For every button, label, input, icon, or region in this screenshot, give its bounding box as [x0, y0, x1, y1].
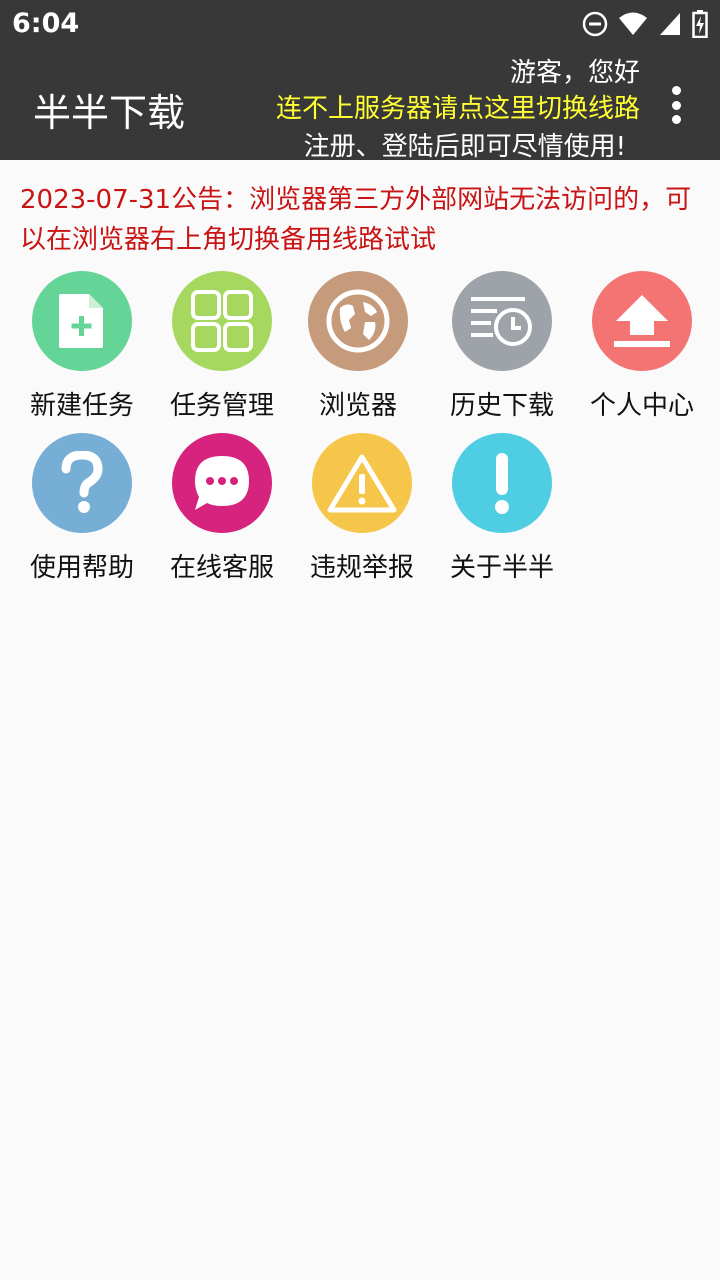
tile-history[interactable]: 历史下载 — [432, 271, 572, 422]
status-time: 6:04 — [12, 8, 80, 39]
tile-online-service[interactable]: 在线客服 — [152, 433, 292, 584]
signal-icon — [660, 13, 680, 35]
tile-online-service-label: 在线客服 — [169, 553, 274, 583]
tile-help[interactable]: 使用帮助 — [12, 433, 152, 584]
online-service-circle — [172, 433, 272, 533]
tile-report[interactable]: 违规举报 — [292, 433, 432, 584]
info-icon — [495, 453, 509, 514]
status-bar: 6:04 — [0, 0, 720, 50]
grid-icon — [191, 290, 253, 352]
chat-icon — [195, 456, 249, 510]
tile-report-label: 违规举报 — [309, 553, 414, 583]
app-title: 半半下载 — [33, 91, 186, 135]
tile-browser-label: 浏览器 — [318, 391, 397, 421]
help-circle — [32, 433, 132, 533]
tile-browser[interactable]: 浏览器 — [288, 271, 428, 422]
tile-history-label: 历史下载 — [449, 391, 554, 421]
tile-about-label: 关于半半 — [449, 553, 554, 583]
personal-center-circle — [592, 271, 692, 371]
announcement-text: 2023-07-31公告：浏览器第三方外部网站无法访问的，可以在浏览器右上角切换… — [20, 185, 692, 255]
app-bar: 半半下载 游客，您好 连不上服务器请点这里切换线路 注册、登陆后即可尽情使用! — [0, 50, 720, 163]
tile-new-task[interactable]: 新建任务 — [12, 271, 152, 422]
new-file-icon — [59, 294, 103, 348]
upload-icon — [614, 295, 670, 347]
report-circle — [312, 433, 412, 533]
history-icon — [471, 297, 532, 346]
more-vert-icon[interactable] — [664, 86, 688, 124]
greeting-text[interactable]: 游客，您好 — [510, 52, 640, 89]
tile-about[interactable]: 关于半半 — [432, 433, 572, 584]
switch-line-link[interactable]: 连不上服务器请点这里切换线路 — [276, 88, 640, 125]
help-icon — [61, 451, 103, 513]
new-task-circle — [32, 271, 132, 371]
tile-help-label: 使用帮助 — [29, 553, 134, 583]
history-circle — [452, 271, 552, 371]
tile-personal-center[interactable]: 个人中心 — [572, 271, 712, 422]
tile-task-manage-label: 任务管理 — [169, 391, 274, 421]
task-manage-circle — [172, 271, 272, 371]
status-icons — [582, 10, 708, 38]
browser-circle — [308, 271, 408, 371]
about-circle — [452, 433, 552, 533]
battery-icon — [692, 10, 708, 38]
globe-icon — [326, 289, 390, 353]
wifi-icon — [619, 12, 647, 35]
tile-new-task-label: 新建任务 — [29, 391, 134, 421]
warning-icon — [327, 454, 397, 513]
tile-personal-center-label: 个人中心 — [589, 391, 694, 421]
tile-task-manage[interactable]: 任务管理 — [152, 271, 292, 422]
login-hint-text[interactable]: 注册、登陆后即可尽情使用! — [304, 126, 626, 163]
dnd-icon — [582, 11, 608, 37]
